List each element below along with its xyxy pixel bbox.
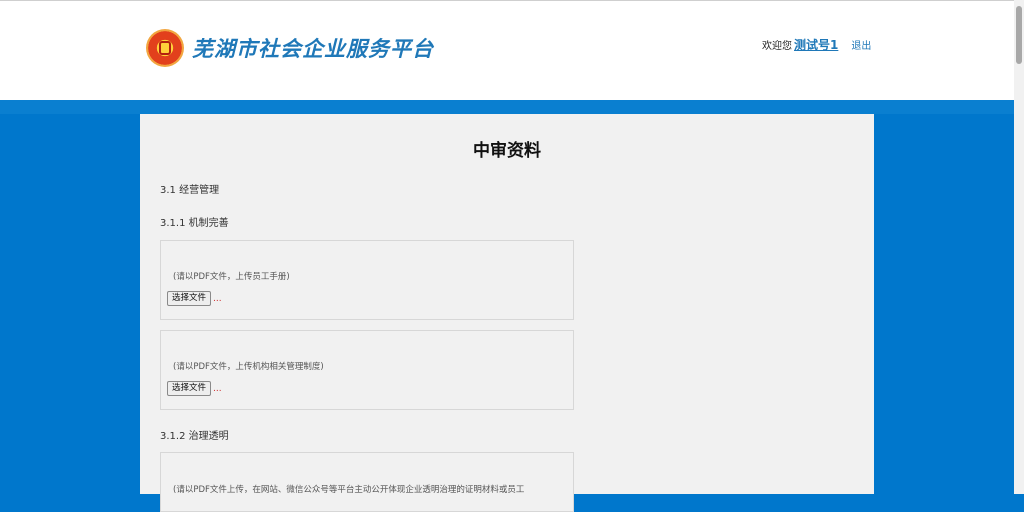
choose-file-button[interactable]: 选择文件	[167, 291, 212, 306]
scrollbar-thumb[interactable]	[1016, 6, 1022, 64]
file-status: ...	[213, 383, 222, 394]
logout-link[interactable]: 退出	[851, 37, 871, 52]
file-row: 选择文件 ...	[167, 381, 222, 396]
vertical-scrollbar[interactable]	[1014, 0, 1024, 494]
welcome-text: 欢迎您	[762, 41, 792, 52]
section-heading-3-1: 3.1 经营管理	[160, 185, 220, 196]
upload-hint: (请以PDF文件，上传员工手册)	[173, 272, 290, 282]
blue-divider	[0, 100, 1014, 114]
username-link[interactable]: 测试号1	[794, 36, 838, 53]
upload-box-employee-handbook: (请以PDF文件，上传员工手册) 选择文件 ...	[160, 240, 574, 320]
logo[interactable]: 芜湖市社会企业服务平台	[146, 29, 434, 67]
file-row: 选择文件 ...	[167, 291, 222, 306]
upload-box-transparency: (请以PDF文件上传，在网站、微信公众号等平台主动公开体现企业透明治理的证明材料…	[160, 452, 574, 512]
section-heading-3-1-2: 3.1.2 治理透明	[160, 431, 229, 442]
file-status: ...	[213, 293, 222, 304]
content-panel: 中审资料 3.1 经营管理 3.1.1 机制完善 (请以PDF文件，上传员工手册…	[140, 114, 874, 512]
site-header: 芜湖市社会企业服务平台 欢迎您 测试号1 退出	[0, 0, 1014, 100]
upload-box-management-rules: (请以PDF文件，上传机构相关管理制度) 选择文件 ...	[160, 330, 574, 410]
choose-file-button[interactable]: 选择文件	[167, 381, 212, 396]
logo-seal-icon	[146, 29, 184, 67]
section-heading-3-1-1: 3.1.1 机制完善	[160, 218, 229, 229]
page-title: 中审资料	[473, 141, 541, 161]
user-area: 欢迎您 测试号1 退出	[762, 36, 871, 53]
logo-text: 芜湖市社会企业服务平台	[192, 36, 434, 61]
upload-hint: (请以PDF文件上传，在网站、微信公众号等平台主动公开体现企业透明治理的证明材料…	[173, 485, 525, 495]
upload-hint: (请以PDF文件，上传机构相关管理制度)	[173, 362, 324, 372]
